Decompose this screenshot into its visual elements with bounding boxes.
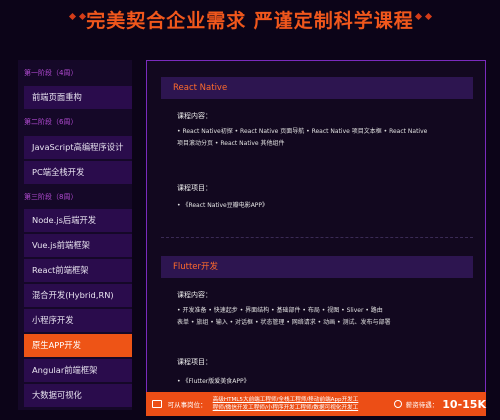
section-divider [161, 237, 473, 238]
react-native-content-line-1: • React Native初探 • React Native 页面导航 • R… [177, 128, 428, 135]
page-title: 完美契合企业需求 严谨定制科学课程 [86, 10, 414, 32]
salary-value: 10-15K [442, 397, 486, 411]
flutter-section-title: Flutter开发 [161, 256, 473, 278]
positions-line-1: 高级HTML5大前端工程师/全栈工程师/移动前端App开发工 [212, 397, 359, 403]
flutter-project-item: • 《Flutter版爱美食APP》 [177, 378, 250, 385]
monitor-icon [152, 400, 162, 408]
stage-3-header: 第三阶段（8周） [24, 193, 78, 201]
positions-label: 可从事岗位： [167, 401, 207, 409]
sidebar-item-vuejs[interactable]: Vue.js前端框架 [24, 234, 132, 257]
react-native-project-item: • 《React Native豆瓣电影APP》 [177, 202, 269, 209]
flutter-content-line-1: • 开发准备 • 快速起步 • 界面结构 • 基础部件 • 布局 • 视图 • … [177, 307, 383, 314]
sidebar-item-javascript[interactable]: JavaScript高编程序设计 [24, 136, 132, 159]
react-native-content-label: 课程内容： [177, 112, 212, 120]
positions-list[interactable]: 高级HTML5大前端工程师/全栈工程师/移动前端App开发工 程师/微信开发工程… [213, 396, 390, 412]
sidebar-item-frontend-refactor[interactable]: 前端页面重构 [24, 86, 132, 109]
react-native-project-label: 课程项目： [177, 184, 212, 192]
sidebar-item-native-app[interactable]: 原生APP开发 [24, 334, 132, 357]
career-banner: 可从事岗位： 高级HTML5大前端工程师/全栈工程师/移动前端App开发工 程师… [146, 392, 486, 416]
course-stage-sidebar: 第一阶段（4周） 前端页面重构 第二阶段（6周） JavaScript高编程序设… [18, 60, 132, 410]
stage-1-header: 第一阶段（4周） [24, 69, 78, 77]
sidebar-item-angular[interactable]: Angular前端框架 [24, 359, 132, 382]
flutter-content-line-2: 表单 • 旅组 • 输入 • 对话框 • 状态管理 • 网络请求 • 动画 • … [177, 319, 391, 326]
positions-line-2: 程师/微信开发工程师/小程序开发工程师/数据可视化开发工 [212, 405, 359, 411]
sidebar-item-miniprogram[interactable]: 小程序开发 [24, 309, 132, 332]
course-detail-panel: React Native 课程内容： • React Native初探 • Re… [146, 60, 486, 415]
sidebar-item-pc-fullstack[interactable]: PC端全栈开发 [24, 161, 132, 184]
sidebar-item-data-visualization[interactable]: 大数据可视化 [24, 384, 132, 407]
react-native-section-title: React Native [161, 77, 473, 99]
sidebar-item-nodejs[interactable]: Node.js后端开发 [24, 209, 132, 232]
sidebar-item-react[interactable]: React前端框架 [24, 259, 132, 282]
stage-2-header: 第二阶段（6周） [24, 118, 78, 126]
salary-label: 薪资待遇： [405, 401, 439, 409]
react-native-content-line-2: 项目滚动分页 • React Native 其他组件 [177, 140, 285, 147]
salary-icon [394, 400, 402, 408]
flutter-project-label: 课程项目： [177, 358, 212, 366]
flutter-content-label: 课程内容： [177, 291, 212, 299]
sidebar-item-hybrid[interactable]: 混合开发(Hybrid,RN) [24, 284, 132, 307]
